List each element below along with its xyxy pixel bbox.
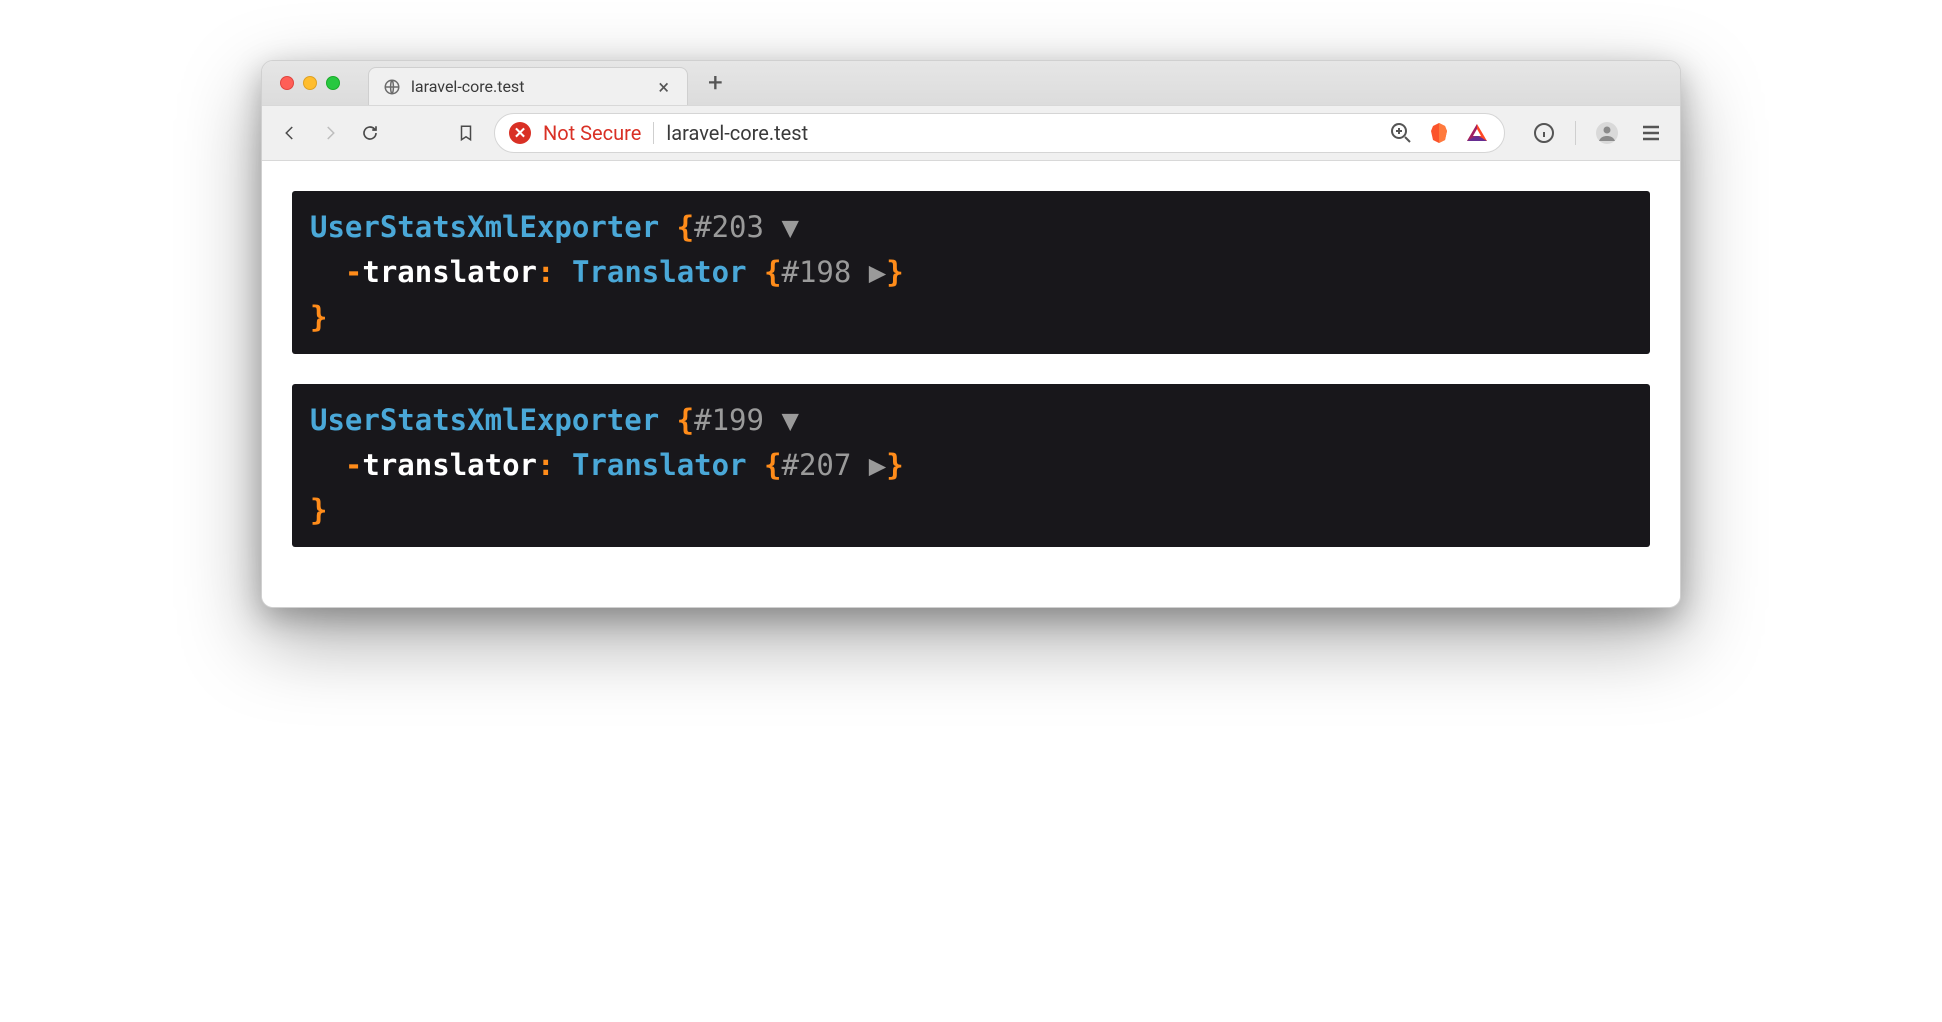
bookmark-button[interactable]: [454, 121, 478, 145]
dump-property-id: #198: [781, 255, 851, 289]
brace-close: }: [310, 300, 327, 334]
dump-object-id: #203: [694, 210, 764, 244]
dump-class-name[interactable]: UserStatsXmlExporter: [310, 210, 659, 244]
browser-chrome: laravel-core.test × + ✕ Not Secure: [262, 61, 1680, 161]
collapse-toggle-icon[interactable]: ▼: [781, 210, 798, 244]
forward-button[interactable]: [318, 121, 342, 145]
brace-open: {: [677, 210, 694, 244]
colon: :: [537, 448, 554, 482]
window-controls: [280, 76, 340, 90]
tab-title: laravel-core.test: [411, 77, 644, 96]
tab-bar: laravel-core.test × +: [262, 61, 1680, 105]
expand-toggle-icon[interactable]: ▶: [869, 448, 886, 482]
dump-property-id: #207: [781, 448, 851, 482]
brace-open: {: [764, 255, 781, 289]
brace-open: {: [764, 448, 781, 482]
dash: -: [345, 448, 362, 482]
browser-tab[interactable]: laravel-core.test ×: [368, 67, 688, 105]
brace-close: }: [886, 448, 903, 482]
var-dump-block: UserStatsXmlExporter {#203 ▼ -translator…: [292, 191, 1650, 354]
zoom-icon[interactable]: [1388, 120, 1414, 146]
colon: :: [537, 255, 554, 289]
dump-property-class[interactable]: Translator: [572, 255, 747, 289]
hamburger-menu-icon[interactable]: [1638, 120, 1664, 146]
dump-property-class[interactable]: Translator: [572, 448, 747, 482]
brace-open: {: [677, 403, 694, 437]
dash: -: [345, 255, 362, 289]
reload-button[interactable]: [358, 121, 382, 145]
brave-shield-icon[interactable]: [1426, 120, 1452, 146]
divider: [653, 122, 654, 144]
page-content: UserStatsXmlExporter {#203 ▼ -translator…: [262, 161, 1680, 607]
dump-property-name: translator: [362, 255, 537, 289]
security-warning-icon[interactable]: ✕: [509, 122, 531, 144]
bat-token-icon[interactable]: [1464, 120, 1490, 146]
collapse-toggle-icon[interactable]: ▼: [781, 403, 798, 437]
close-tab-button[interactable]: ×: [654, 75, 673, 99]
toolbar-right: [1531, 120, 1664, 146]
brace-close: }: [886, 255, 903, 289]
expand-toggle-icon[interactable]: ▶: [869, 255, 886, 289]
browser-window: laravel-core.test × + ✕ Not Secure: [261, 60, 1681, 608]
url-text: laravel-core.test: [666, 121, 1376, 145]
maximize-window-button[interactable]: [326, 76, 340, 90]
back-button[interactable]: [278, 121, 302, 145]
dump-property-name: translator: [362, 448, 537, 482]
globe-icon: [383, 78, 401, 96]
dump-object-id: #199: [694, 403, 764, 437]
brace-close: }: [310, 493, 327, 527]
divider: [1575, 121, 1576, 145]
security-label: Not Secure: [543, 121, 641, 145]
close-window-button[interactable]: [280, 76, 294, 90]
browser-toolbar: ✕ Not Secure laravel-core.test: [262, 105, 1680, 161]
minimize-window-button[interactable]: [303, 76, 317, 90]
dump-class-name[interactable]: UserStatsXmlExporter: [310, 403, 659, 437]
profile-avatar-icon[interactable]: [1594, 120, 1620, 146]
info-icon[interactable]: [1531, 120, 1557, 146]
address-bar[interactable]: ✕ Not Secure laravel-core.test: [494, 113, 1505, 153]
new-tab-button[interactable]: +: [698, 68, 733, 98]
var-dump-block: UserStatsXmlExporter {#199 ▼ -translator…: [292, 384, 1650, 547]
